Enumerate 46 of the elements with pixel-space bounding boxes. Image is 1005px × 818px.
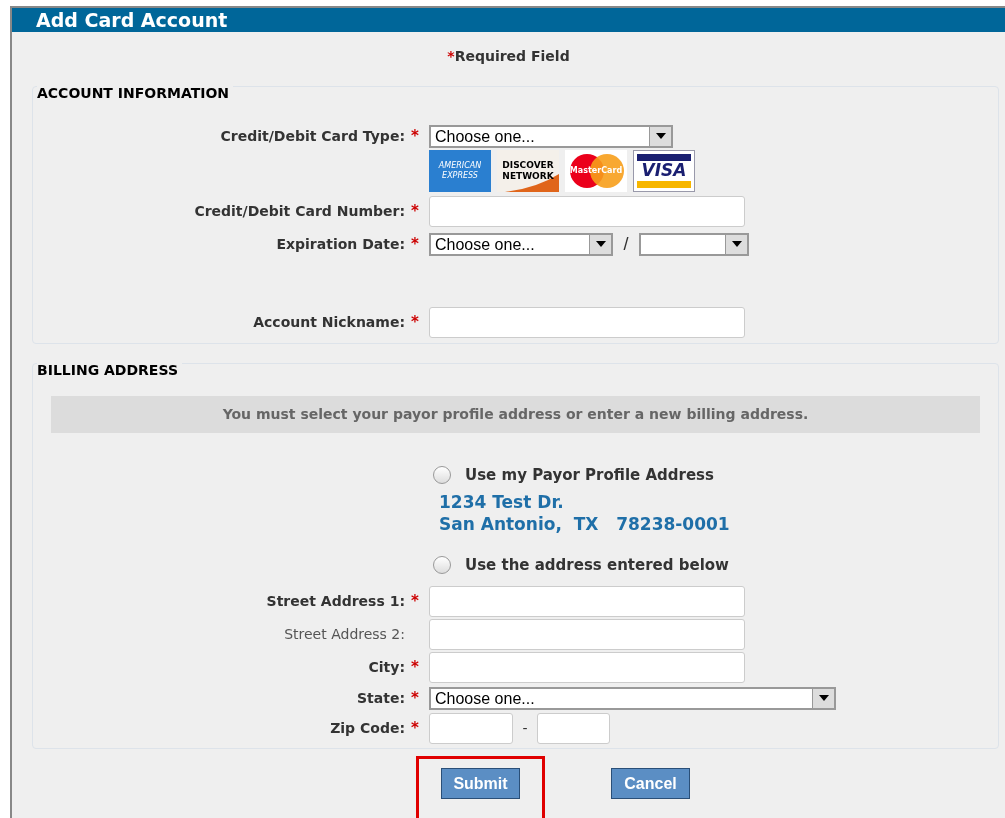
input-field[interactable] — [429, 619, 745, 650]
caret-icon — [655, 133, 666, 139]
required-asterisk: * — [411, 718, 420, 740]
dropdown[interactable] — [639, 232, 749, 256]
input-field[interactable] — [429, 713, 513, 744]
caret-icon — [595, 241, 606, 247]
field-label: Street Address 2: — [283, 625, 406, 644]
required-asterisk: * — [411, 125, 420, 147]
card-logo: DISCOVER NETWORK — [497, 150, 559, 192]
required-asterisk: * — [411, 657, 420, 679]
input-field[interactable] — [429, 652, 745, 683]
caret-icon — [731, 241, 742, 247]
required-field-note: *Required Field — [447, 46, 570, 66]
panel-title: Add Card Account — [12, 8, 1005, 32]
field-label: City: — [367, 658, 406, 677]
section-legend: ACCOUNT INFORMATION — [37, 86, 234, 100]
separator: / — [622, 232, 630, 256]
address-line: San Antonio, TX 78238-0001 — [439, 513, 730, 535]
required-asterisk: * — [411, 312, 420, 334]
field-label: State: — [356, 688, 406, 708]
address-line: 1234 Test Dr. — [439, 491, 564, 513]
input-field[interactable] — [429, 196, 745, 227]
card-logo: VISA — [633, 150, 695, 192]
section-legend: BILLING ADDRESS — [37, 363, 182, 377]
input-field[interactable] — [537, 713, 610, 744]
input-field[interactable] — [429, 586, 745, 617]
radio-option[interactable]: Use my Payor Profile Address — [433, 461, 998, 489]
card-logo: AMERICAN EXPRESS — [429, 150, 491, 192]
radio-option[interactable]: Use the address entered below — [433, 551, 998, 579]
required-asterisk: * — [411, 591, 420, 613]
required-asterisk: * — [411, 233, 420, 255]
field-label: Street Address 1: — [265, 592, 406, 611]
field-label: Credit/Debit Card Type: — [219, 126, 406, 146]
notice-banner: You must select your payor profile address or enter a new billing address. — [51, 396, 980, 433]
required-asterisk: * — [411, 201, 420, 223]
dropdown[interactable]: Choose one... — [429, 686, 836, 710]
caret-icon — [818, 695, 829, 701]
separator: - — [521, 719, 529, 738]
field-label: Account Nickname: — [252, 313, 406, 332]
field-label: Zip Code: — [329, 719, 406, 738]
dropdown[interactable]: Choose one... — [429, 232, 613, 256]
field-label: Credit/Debit Card Number: — [193, 202, 406, 221]
dropdown[interactable]: Choose one... — [429, 124, 673, 148]
required-asterisk: * — [411, 687, 420, 709]
input-field[interactable] — [429, 307, 745, 338]
field-label: Expiration Date: — [275, 234, 406, 254]
